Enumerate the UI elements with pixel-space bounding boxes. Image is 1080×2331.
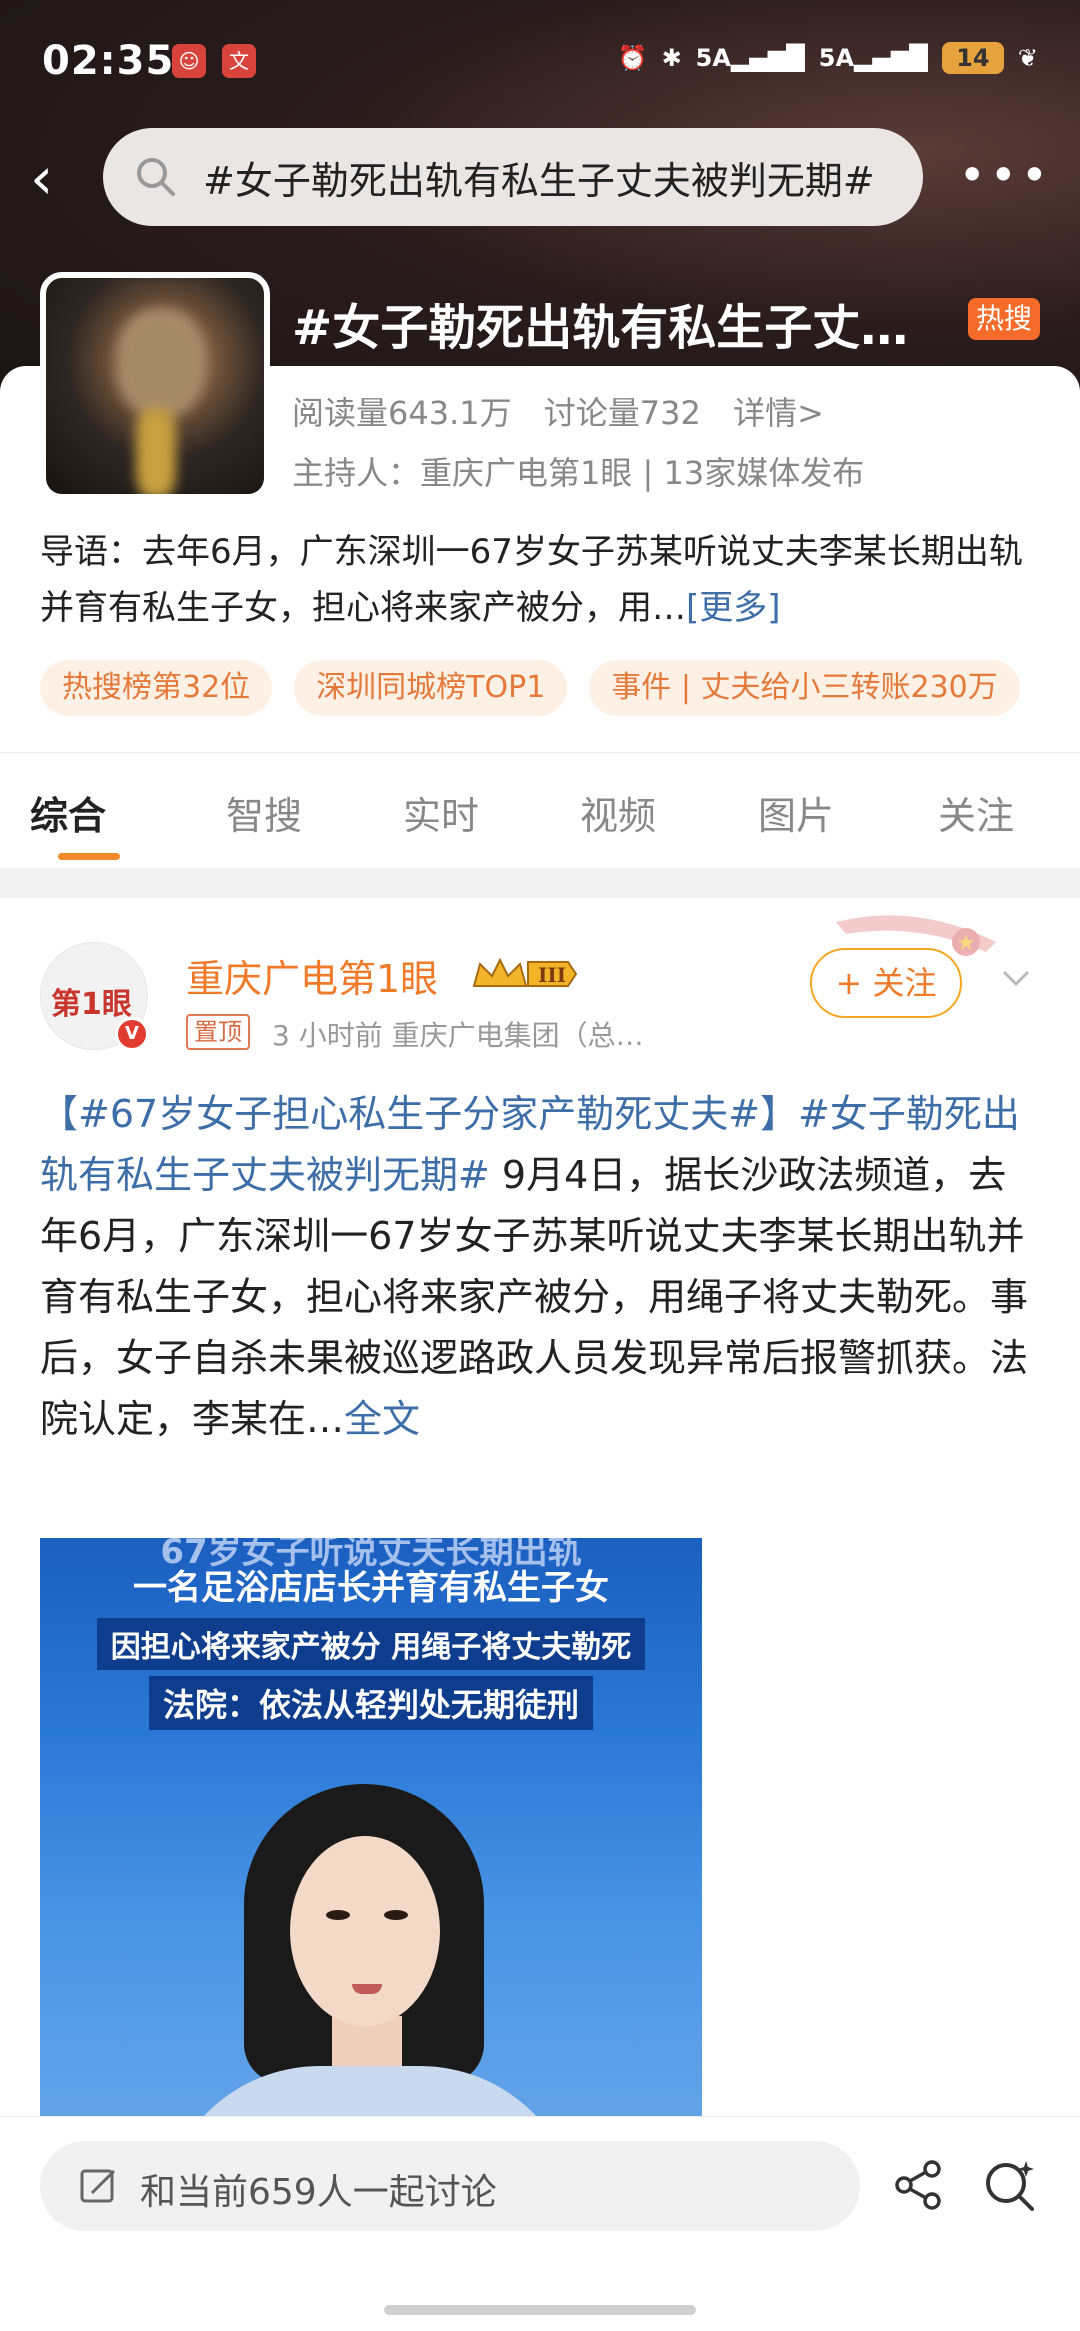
topic-thumbnail[interactable] <box>40 272 270 500</box>
member-crown-icon: III <box>472 957 578 987</box>
search-query: #女子勒死出轨有私生子丈夫被判无期# <box>203 159 875 203</box>
tab-comprehensive[interactable]: 综合 <box>30 785 106 840</box>
topic-tags: 热搜榜第32位 深圳同城榜TOP1 事件 | 丈夫给小三转账230万 <box>40 660 1020 716</box>
signal-icon: 5A▂▄▆█ <box>818 44 928 72</box>
network-label: 5A <box>818 44 855 72</box>
search-input[interactable]: #女子勒死出轨有私生子丈夫被判无期# <box>103 128 923 226</box>
tag-local-rank[interactable]: 深圳同城榜TOP1 <box>294 660 568 716</box>
tab-smart-search[interactable]: 智搜 <box>226 785 302 840</box>
tab-realtime[interactable]: 实时 <box>403 785 479 840</box>
signal-icon: 5A▂▄▆█ <box>695 44 805 72</box>
network-label: 5A <box>695 44 731 72</box>
tag-hot-rank[interactable]: 热搜榜第32位 <box>40 660 273 716</box>
hot-badge: 热搜 <box>968 298 1040 340</box>
video-caption: 因担心将来家产被分 用绳子将丈夫勒死 <box>40 1618 702 1670</box>
tab-images[interactable]: 图片 <box>758 785 834 840</box>
full-text-link[interactable]: 全文 <box>344 1397 420 1441</box>
author-name[interactable]: 重庆广电第1眼 <box>186 948 438 1003</box>
home-indicator <box>384 2305 696 2315</box>
video-thumbnail[interactable]: 67岁女子听说丈夫长期出轨 一名足浴店店长并育有私生子女 因担心将来家产被分 用… <box>40 1538 702 2178</box>
comment-input[interactable]: 和当前659人一起讨论 <box>40 2141 860 2231</box>
status-icons: ⏰ ✱ 5A▂▄▆█ 5A▂▄▆█ 14 ❦ <box>618 42 1038 74</box>
leaf-icon: ❦ <box>1017 44 1038 72</box>
hashtag-link[interactable]: 【#67岁女子担心私生子分家产勒死丈夫#】 <box>40 1092 798 1136</box>
svg-text:III: III <box>538 963 566 987</box>
lead-text: 导语：去年6月，广东深圳一67岁女子苏某听说丈夫李某长期出轨并育有私生子女，担心… <box>40 532 1023 628</box>
topic-lead: 导语：去年6月，广东深圳一67岁女子苏某听说丈夫李某长期出轨并育有私生子女，担心… <box>40 524 1050 636</box>
post-card: 第1眼 V 重庆广电第1眼 III 置顶 3 小时前 重庆广电集团（总… + 关… <box>0 898 1080 2298</box>
topic-host: 主持人：重庆广电第1眼 | 13家媒体发布 <box>292 454 865 492</box>
discussion-count: 讨论量732 <box>543 394 701 432</box>
notification-app-icon: 文 <box>222 44 256 78</box>
tab-following[interactable]: 关注 <box>938 785 1014 840</box>
edit-icon <box>80 2169 116 2203</box>
tab-bar: 综合 智搜 实时 视频 图片 关注 <box>0 752 1080 868</box>
bottom-bar: 和当前659人一起讨论 <box>0 2116 1080 2331</box>
smart-search-icon[interactable] <box>980 2155 1040 2215</box>
search-icon <box>137 158 175 196</box>
post-meta: 3 小时前 重庆广电集团（总… <box>272 1019 644 1052</box>
avatar-logo: 第1眼 <box>51 987 132 1022</box>
alarm-icon: ⏰ <box>617 44 648 72</box>
back-button[interactable]: ‹ <box>30 148 70 208</box>
topic-title: #女子勒死出轨有私生子丈… <box>292 300 909 356</box>
video-caption-text: 因担心将来家产被分 用绳子将丈夫勒死 <box>96 1618 646 1670</box>
active-tab-indicator <box>58 853 120 860</box>
pinned-badge: 置顶 <box>186 1014 250 1050</box>
more-options-icon[interactable]: ••• <box>959 148 1052 202</box>
verified-badge-icon: V <box>115 1017 149 1051</box>
post-body: 【#67岁女子担心私生子分家产勒死丈夫#】#女子勒死出轨有私生子丈夫被判无期# … <box>40 1084 1040 1450</box>
tag-event[interactable]: 事件 | 丈夫给小三转账230万 <box>589 660 1020 716</box>
video-caption-text: 法院：依法从轻判处无期徒刑 <box>148 1676 593 1730</box>
battery-icon: 14 <box>941 42 1004 74</box>
comment-placeholder: 和当前659人一起讨论 <box>140 2172 497 2213</box>
share-icon[interactable] <box>890 2157 946 2213</box>
chevron-down-icon[interactable] <box>996 958 1036 998</box>
video-caption: 一名足浴店店长并育有私生子女 <box>133 1568 609 1608</box>
clock: 02:35 <box>42 38 175 84</box>
search-row: ‹ #女子勒死出轨有私生子丈夫被判无期# ••• <box>0 128 1080 228</box>
follow-button[interactable]: + 关注 <box>810 948 962 1018</box>
topic-stats: 阅读量643.1万 讨论量732 详情> <box>292 388 846 434</box>
lead-more-link[interactable]: [更多] <box>686 588 781 628</box>
tab-video[interactable]: 视频 <box>580 785 656 840</box>
details-link[interactable]: 详情> <box>733 394 824 432</box>
video-caption: 法院：依法从轻判处无期徒刑 <box>40 1676 702 1730</box>
notification-app-icon: ☺ <box>172 44 206 78</box>
bluetooth-icon: ✱ <box>661 44 682 72</box>
status-bar: 02:35 ☺ 文 ⏰ ✱ 5A▂▄▆█ 5A▂▄▆█ 14 ❦ <box>0 30 1080 100</box>
avatar[interactable]: 第1眼 V <box>40 942 149 1051</box>
read-count: 阅读量643.1万 <box>292 394 512 432</box>
